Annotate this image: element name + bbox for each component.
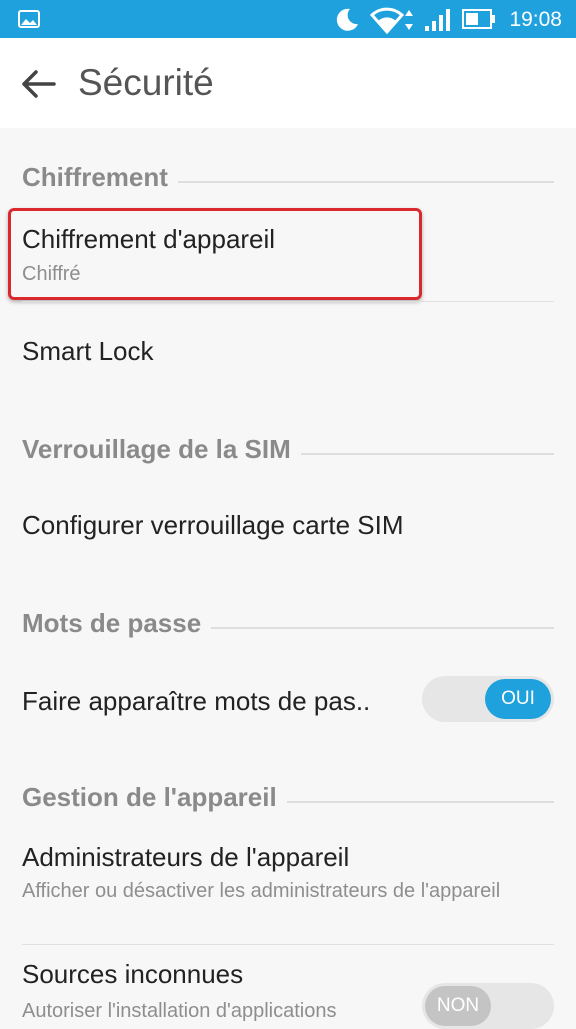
signal-icon	[425, 9, 450, 31]
wifi-icon	[370, 7, 404, 34]
clock: 19:08	[509, 8, 562, 31]
device-admins-item[interactable]: Administrateurs de l'appareil Afficher o…	[0, 830, 576, 942]
smart-lock-item[interactable]: Smart Lock	[0, 302, 576, 402]
toggle-knob: NON	[425, 986, 491, 1026]
item-summary: Afficher ou désactiver les administrateu…	[22, 880, 501, 902]
section-divider	[300, 453, 554, 455]
section-divider	[211, 627, 554, 629]
item-title: Administrateurs de l'appareil	[22, 842, 350, 872]
item-summary: Autoriser l'installation d'applications	[22, 1000, 337, 1022]
moon-icon	[336, 8, 358, 31]
item-title: Faire apparaître mots de pas..	[22, 686, 371, 716]
app-toolbar: Sécurité	[0, 38, 576, 128]
section-divider	[177, 181, 554, 183]
back-arrow-icon[interactable]	[20, 64, 60, 104]
configure-sim-lock-item[interactable]: Configurer verrouillage carte SIM	[0, 478, 576, 578]
section-header-label: Chiffrement	[22, 161, 168, 192]
item-title: Sources inconnues	[22, 959, 244, 989]
section-header-device-admin: Gestion de l'appareil	[22, 777, 554, 817]
highlight-box	[8, 208, 422, 300]
status-bar: 19:08	[0, 0, 576, 38]
section-header-label: Mots de passe	[22, 607, 202, 638]
section-header-sim-lock: Verrouillage de la SIM	[22, 429, 554, 469]
page-title: Sécurité	[78, 62, 214, 103]
section-header-encryption: Chiffrement	[22, 157, 554, 197]
section-header-label: Verrouillage de la SIM	[22, 433, 291, 464]
toggle-knob: OUI	[485, 679, 551, 719]
image-notification-icon	[18, 10, 40, 28]
item-title: Smart Lock	[22, 336, 154, 366]
section-header-passwords: Mots de passe	[22, 603, 554, 643]
unknown-sources-toggle[interactable]: NON	[422, 983, 554, 1029]
battery-icon	[462, 9, 495, 29]
data-arrows-icon	[405, 10, 413, 30]
section-divider	[286, 801, 554, 803]
item-title: Configurer verrouillage carte SIM	[22, 510, 404, 540]
section-header-label: Gestion de l'appareil	[22, 781, 277, 812]
show-passwords-toggle[interactable]: OUI	[422, 676, 554, 722]
